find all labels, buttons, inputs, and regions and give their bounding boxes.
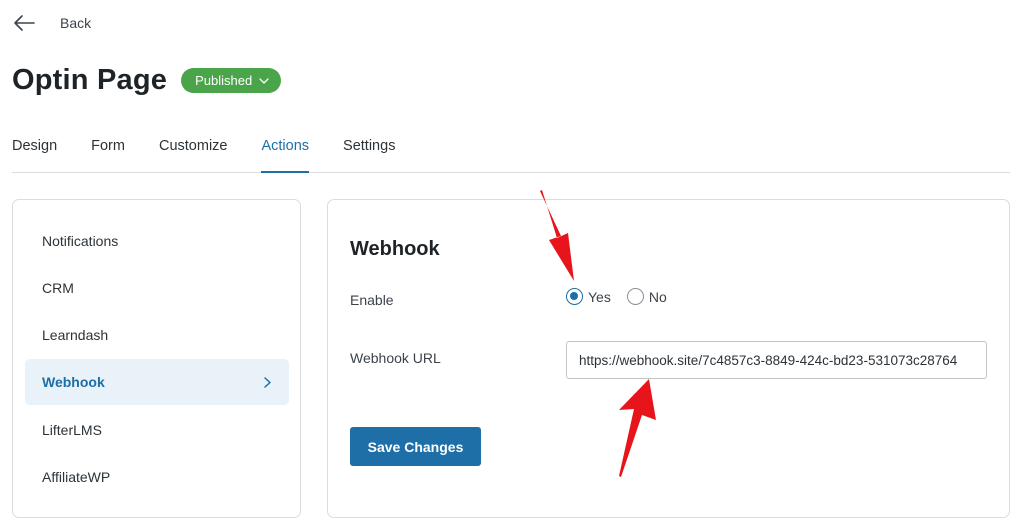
webhook-url-input[interactable]	[566, 341, 987, 379]
enable-no-option[interactable]: No	[626, 288, 667, 305]
webhook-url-label: Webhook URL	[350, 350, 441, 366]
sidebar-item-label: Webhook	[42, 374, 105, 390]
status-label: Published	[195, 73, 253, 88]
sidebar-item-notifications[interactable]: Notifications	[25, 218, 289, 264]
tab-actions[interactable]: Actions	[261, 132, 310, 173]
back-label: Back	[60, 15, 92, 31]
sidebar-item-crm[interactable]: CRM	[25, 265, 289, 311]
title-row: Optin Page Published	[12, 64, 282, 97]
tab-customize[interactable]: Customize	[159, 132, 228, 173]
page-title: Optin Page	[12, 64, 168, 96]
save-changes-button[interactable]: Save Changes	[350, 427, 481, 466]
tab-settings[interactable]: Settings	[343, 132, 395, 173]
enable-yes-radio[interactable]	[566, 288, 583, 305]
back-arrow-icon	[14, 15, 35, 31]
tab-bar: Design Form Customize Actions Settings	[12, 132, 1010, 173]
back-link[interactable]: Back	[12, 10, 91, 36]
enable-no-radio[interactable]	[626, 288, 644, 305]
sidebar-item-webhook[interactable]: Webhook	[25, 359, 289, 405]
enable-radio-group: Yes No	[566, 288, 683, 305]
sidebar-item-label: Learndash	[42, 327, 109, 343]
chevron-down-icon	[259, 77, 269, 84]
sidebar-item-label: Notifications	[42, 233, 119, 249]
actions-sidebar: Notifications CRM Learndash Webhook Lift…	[12, 199, 301, 518]
tab-design[interactable]: Design	[12, 132, 57, 173]
enable-yes-option[interactable]: Yes	[566, 288, 611, 305]
sidebar-item-label: AffiliateWP	[42, 469, 111, 485]
enable-no-label: No	[648, 288, 667, 305]
sidebar-item-learndash[interactable]: Learndash	[25, 312, 289, 358]
sidebar-item-lifterlms[interactable]: LifterLMS	[25, 407, 289, 453]
enable-label: Enable	[350, 292, 394, 308]
enable-yes-label: Yes	[588, 288, 611, 305]
sidebar-item-label: LifterLMS	[42, 422, 102, 438]
chevron-right-icon	[264, 376, 271, 388]
tab-form[interactable]: Form	[91, 132, 125, 173]
sidebar-item-label: CRM	[42, 280, 74, 296]
status-badge[interactable]: Published	[181, 68, 282, 93]
webhook-panel: Webhook Enable Yes No Webhook URL Save C…	[327, 199, 1010, 518]
sidebar-item-affiliatewp[interactable]: AffiliateWP	[25, 454, 289, 500]
panel-title: Webhook	[350, 238, 440, 260]
